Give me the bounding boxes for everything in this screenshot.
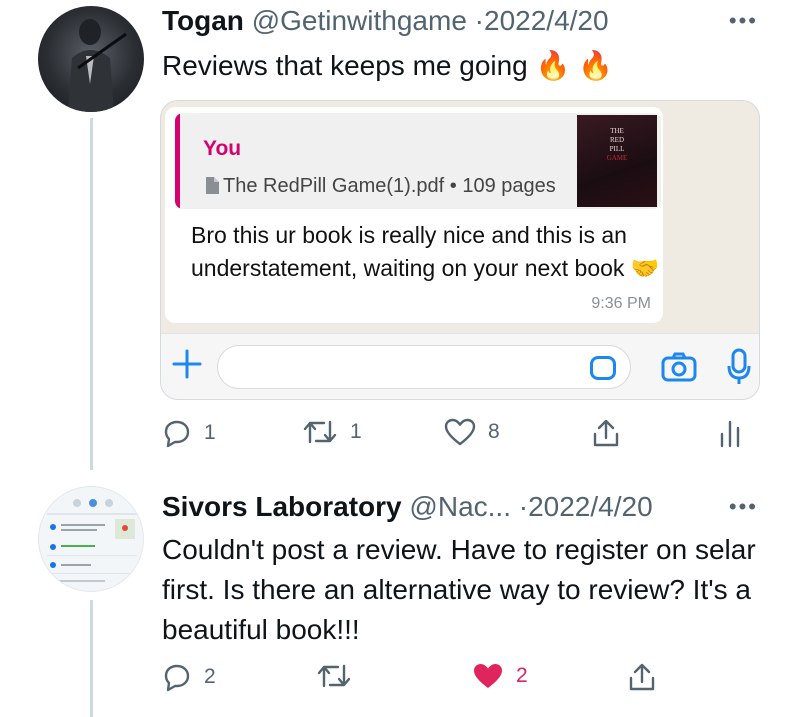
quote-file-info: The RedPill Game(1).pdf • 109 pages (205, 175, 556, 198)
share-button[interactable] (628, 662, 656, 692)
tweet-text: Couldn't post a review. Have to register… (162, 534, 756, 645)
like-icon (444, 418, 476, 446)
retweet-button[interactable] (316, 662, 364, 690)
share-button[interactable] (592, 418, 620, 448)
retweet-icon (303, 420, 337, 444)
more-options-button[interactable]: ••• (729, 494, 758, 520)
mic-icon (727, 348, 751, 391)
thumb-line: THE (610, 127, 624, 135)
analytics-button[interactable] (718, 418, 742, 448)
retweet-button[interactable]: 1 (302, 418, 362, 446)
retweet-icon (317, 664, 351, 688)
tweet-actions: 2 2 (162, 662, 752, 698)
quote-accent-bar (175, 113, 180, 209)
document-icon (206, 177, 219, 194)
sticker-icon (590, 356, 616, 380)
avatar-figure-icon (68, 19, 127, 112)
like-count: 2 (516, 664, 528, 687)
tweet-date[interactable]: 2022/4/20 (484, 5, 609, 36)
analytics-icon (720, 420, 740, 448)
like-button-active[interactable]: 2 (472, 662, 528, 690)
author-handle[interactable]: @Getinwithgame (252, 5, 467, 36)
thumb-line: GAME (606, 154, 628, 162)
separator-dot: · (474, 5, 484, 36)
attached-image[interactable]: You The RedPill Game(1).pdf • 109 pages … (160, 100, 760, 400)
reply-icon (164, 420, 190, 448)
tweet-actions: 1 1 8 (162, 418, 752, 454)
share-icon (629, 663, 655, 691)
author-name[interactable]: Sivors Laboratory (162, 491, 402, 522)
like-icon (474, 664, 502, 688)
pdf-thumbnail: THE RED PILL GAME (577, 115, 657, 207)
author-handle[interactable]: @Nac... (409, 491, 511, 522)
reply-button[interactable]: 1 (162, 418, 216, 448)
thumb-line: RED (610, 136, 624, 144)
thread-line-lower (90, 600, 93, 717)
thumb-line: PILL (609, 145, 625, 153)
plus-icon (171, 348, 203, 380)
more-options-button[interactable]: ••• (729, 8, 758, 34)
camera-icon (661, 352, 697, 387)
tweet-header: Sivors Laboratory @Nac... ·2022/4/20 (162, 490, 653, 524)
thumbnail-title: THE RED PILL GAME (577, 127, 657, 163)
quoted-message: You The RedPill Game(1).pdf • 109 pages … (175, 113, 661, 209)
tweet-text: Reviews that keeps me going 🔥 🔥 (162, 50, 614, 81)
thread-line (90, 118, 93, 470)
like-button[interactable]: 8 (444, 418, 500, 446)
separator-dot: · (518, 491, 529, 522)
message-input-field (217, 345, 631, 389)
like-count: 8 (488, 420, 500, 443)
message-bubble: You The RedPill Game(1).pdf • 109 pages … (165, 107, 663, 323)
reply-icon (164, 664, 190, 692)
tweet-date[interactable]: 2022/4/20 (528, 491, 653, 522)
reply-count: 1 (204, 421, 216, 444)
avatar[interactable] (38, 6, 144, 112)
avatar[interactable] (38, 486, 144, 592)
author-name[interactable]: Togan (162, 5, 244, 36)
quote-file-label: The RedPill Game(1).pdf • 109 pages (223, 175, 556, 197)
retweet-count: 1 (350, 420, 362, 443)
share-icon (593, 419, 619, 447)
message-text: Bro this ur book is really nice and this… (191, 222, 660, 281)
quote-sender: You (203, 137, 242, 160)
composer-bar (161, 333, 759, 399)
reply-button[interactable]: 2 (162, 662, 216, 692)
reply-count: 2 (204, 665, 216, 688)
message-time: 9:36 PM (591, 295, 651, 312)
tweet-header: Togan @Getinwithgame ·2022/4/20 (162, 4, 609, 38)
avatar-map-screenshot-icon (47, 499, 137, 582)
